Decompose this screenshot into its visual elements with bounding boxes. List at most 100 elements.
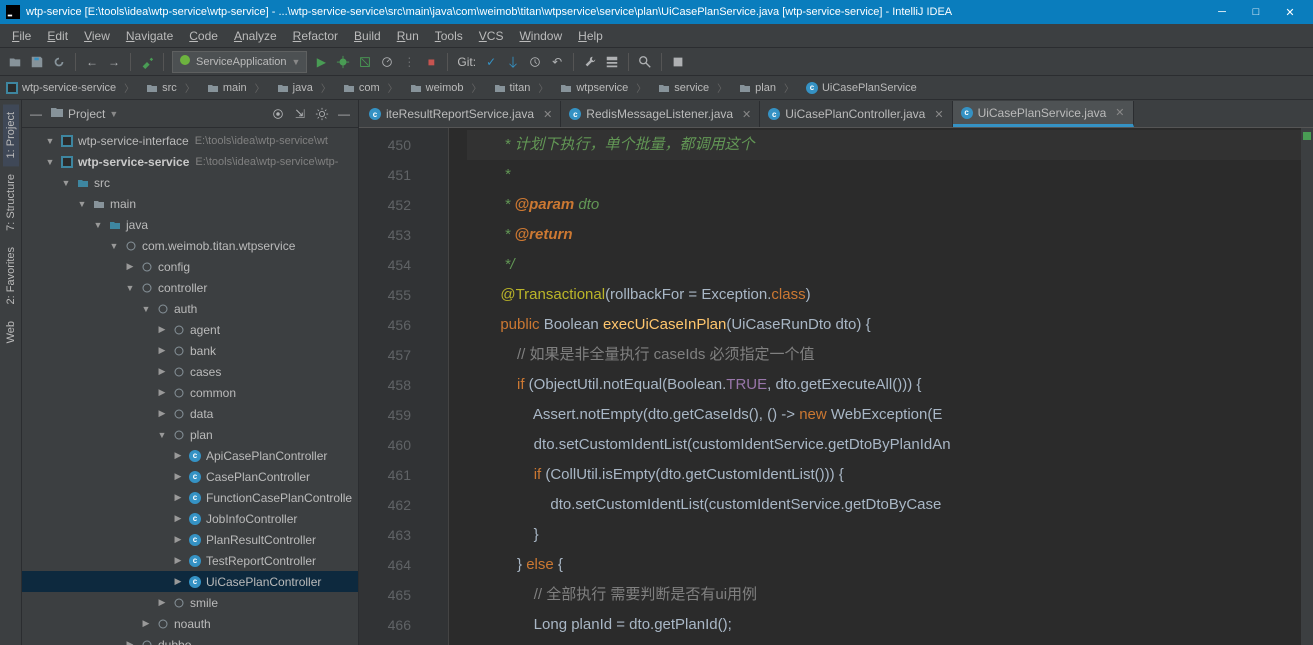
inspections-icon[interactable] [670,54,686,70]
tree-node[interactable]: ▶noauth [22,613,358,634]
toolwindow-tab[interactable]: 2: Favorites [3,239,19,312]
tree-node[interactable]: ▼java [22,214,358,235]
wrench-icon[interactable] [582,54,598,70]
editor-tab[interactable]: citeResultReportService.java✕ [361,101,561,127]
toolwindow-tab[interactable]: Web [3,313,19,351]
tree-node[interactable]: ▶cPlanResultController [22,529,358,550]
hide-panel-icon[interactable]: — [336,106,352,122]
tree-node[interactable]: ▼plan [22,424,358,445]
toolwindow-tab[interactable]: 7: Structure [3,166,19,239]
tree-node[interactable]: ▶cFunctionCasePlanControlle [22,487,358,508]
breadcrumb-item[interactable]: weimob [404,80,488,95]
run-config-selector[interactable]: ServiceApplication ▼ [172,51,307,73]
project-tree[interactable]: ▼wtp-service-interfaceE:\tools\idea\wtp-… [22,128,358,645]
toolwindow-tab[interactable]: 1: Project [3,104,19,166]
fold-gutter[interactable] [419,128,449,645]
expand-all-icon[interactable]: ⇲ [292,106,308,122]
menu-view[interactable]: View [76,27,118,45]
close-tab-icon[interactable]: ✕ [1115,106,1124,119]
tree-node[interactable]: ▼main [22,193,358,214]
vcs-history-icon[interactable] [527,54,543,70]
breadcrumb-item[interactable]: plan [733,80,800,95]
vcs-update-icon[interactable]: ✓ [483,54,499,70]
search-icon[interactable] [637,54,653,70]
breadcrumb-item[interactable]: wtpservice [554,80,652,95]
tree-node[interactable]: ▼wtp-service-interfaceE:\tools\idea\wtp-… [22,130,358,151]
breadcrumb-item[interactable]: main [201,80,271,95]
tree-node[interactable]: ▶agent [22,319,358,340]
save-icon[interactable] [29,54,45,70]
code-content[interactable]: * 计划下执行，单个批量，都调用这个 * * @param dto * @ret… [449,128,1313,645]
breadcrumb-item[interactable]: cUiCasePlanService [800,82,931,94]
select-opened-file-icon[interactable] [270,106,286,122]
menu-file[interactable]: File [4,27,39,45]
menu-code[interactable]: Code [181,27,226,45]
gear-icon[interactable] [314,106,330,122]
breadcrumb-item[interactable]: titan [488,80,555,95]
window-minimize-button[interactable]: ─ [1205,0,1239,24]
tree-node[interactable]: ▶bank [22,340,358,361]
tree-node[interactable]: ▼controller [22,277,358,298]
breadcrumb-item[interactable]: service [652,80,733,95]
window-close-button[interactable]: ✕ [1273,0,1307,24]
menu-navigate[interactable]: Navigate [118,27,181,45]
tree-node[interactable]: ▶cases [22,361,358,382]
breadcrumb-item[interactable]: wtp-service-service [0,80,140,95]
tree-node[interactable]: ▶cTestReportController [22,550,358,571]
nav-forward-icon[interactable]: → [106,54,122,70]
minimize-panel-icon[interactable]: — [28,106,44,122]
menu-analyze[interactable]: Analyze [226,27,285,45]
menu-refactor[interactable]: Refactor [285,27,346,45]
window-title: wtp-service [E:\tools\idea\wtp-service\w… [26,6,1205,18]
menu-help[interactable]: Help [570,27,611,45]
tree-node[interactable]: ▶cCasePlanController [22,466,358,487]
menu-edit[interactable]: Edit [39,27,76,45]
open-icon[interactable] [7,54,23,70]
menu-window[interactable]: Window [511,27,570,45]
close-tab-icon[interactable]: ✕ [934,108,943,121]
tree-node[interactable]: ▶smile [22,592,358,613]
editor-tab[interactable]: cUiCasePlanService.java✕ [953,101,1134,127]
close-tab-icon[interactable]: ✕ [543,108,552,121]
stop-button[interactable]: ■ [423,54,439,70]
chevron-down-icon: ▼ [292,57,301,67]
coverage-button[interactable] [357,54,373,70]
breadcrumb-item[interactable]: java [271,80,337,95]
run-button[interactable]: ▶ [313,54,329,70]
tree-node[interactable]: ▼com.weimob.titan.wtpservice [22,235,358,256]
menu-run[interactable]: Run [389,27,427,45]
project-tool-window: — Project ▼ ⇲ — ▼wtp-service-interfaceE:… [22,100,359,645]
window-maximize-button[interactable]: □ [1239,0,1273,24]
tree-node[interactable]: ▼auth [22,298,358,319]
editor-tab[interactable]: cRedisMessageListener.java✕ [561,101,760,127]
menu-build[interactable]: Build [346,27,389,45]
breadcrumb-item[interactable]: com [337,80,404,95]
tree-node[interactable]: ▶dubbo [22,634,358,645]
close-tab-icon[interactable]: ✕ [742,108,751,121]
menu-tools[interactable]: Tools [427,27,471,45]
tree-node[interactable]: ▶cJobInfoController [22,508,358,529]
vcs-revert-icon[interactable]: ↶ [549,54,565,70]
build-icon[interactable] [139,54,155,70]
tree-node[interactable]: ▼wtp-service-serviceE:\tools\idea\wtp-se… [22,151,358,172]
titlebar: wtp-service [E:\tools\idea\wtp-service\w… [0,0,1313,24]
debug-button[interactable] [335,54,351,70]
chevron-down-icon[interactable]: ▼ [109,109,118,119]
menu-vcs[interactable]: VCS [471,27,512,45]
editor-tab[interactable]: cUiCasePlanController.java✕ [760,101,952,127]
project-panel-title[interactable]: Project [68,107,105,121]
profile-button[interactable] [379,54,395,70]
tree-node[interactable]: ▶data [22,403,358,424]
tree-node[interactable]: ▶config [22,256,358,277]
refresh-icon[interactable] [51,54,67,70]
tree-node[interactable]: ▶common [22,382,358,403]
tree-node[interactable]: ▶cUiCasePlanController [22,571,358,592]
nav-back-icon[interactable]: ← [84,54,100,70]
error-stripe[interactable] [1301,128,1313,645]
tree-node[interactable]: ▼src [22,172,358,193]
code-editor[interactable]: 4504514524534544554564574584594604614624… [359,128,1313,645]
breadcrumb-item[interactable]: src [140,80,201,95]
structure-icon[interactable] [604,54,620,70]
vcs-commit-icon[interactable] [505,54,521,70]
tree-node[interactable]: ▶cApiCasePlanController [22,445,358,466]
